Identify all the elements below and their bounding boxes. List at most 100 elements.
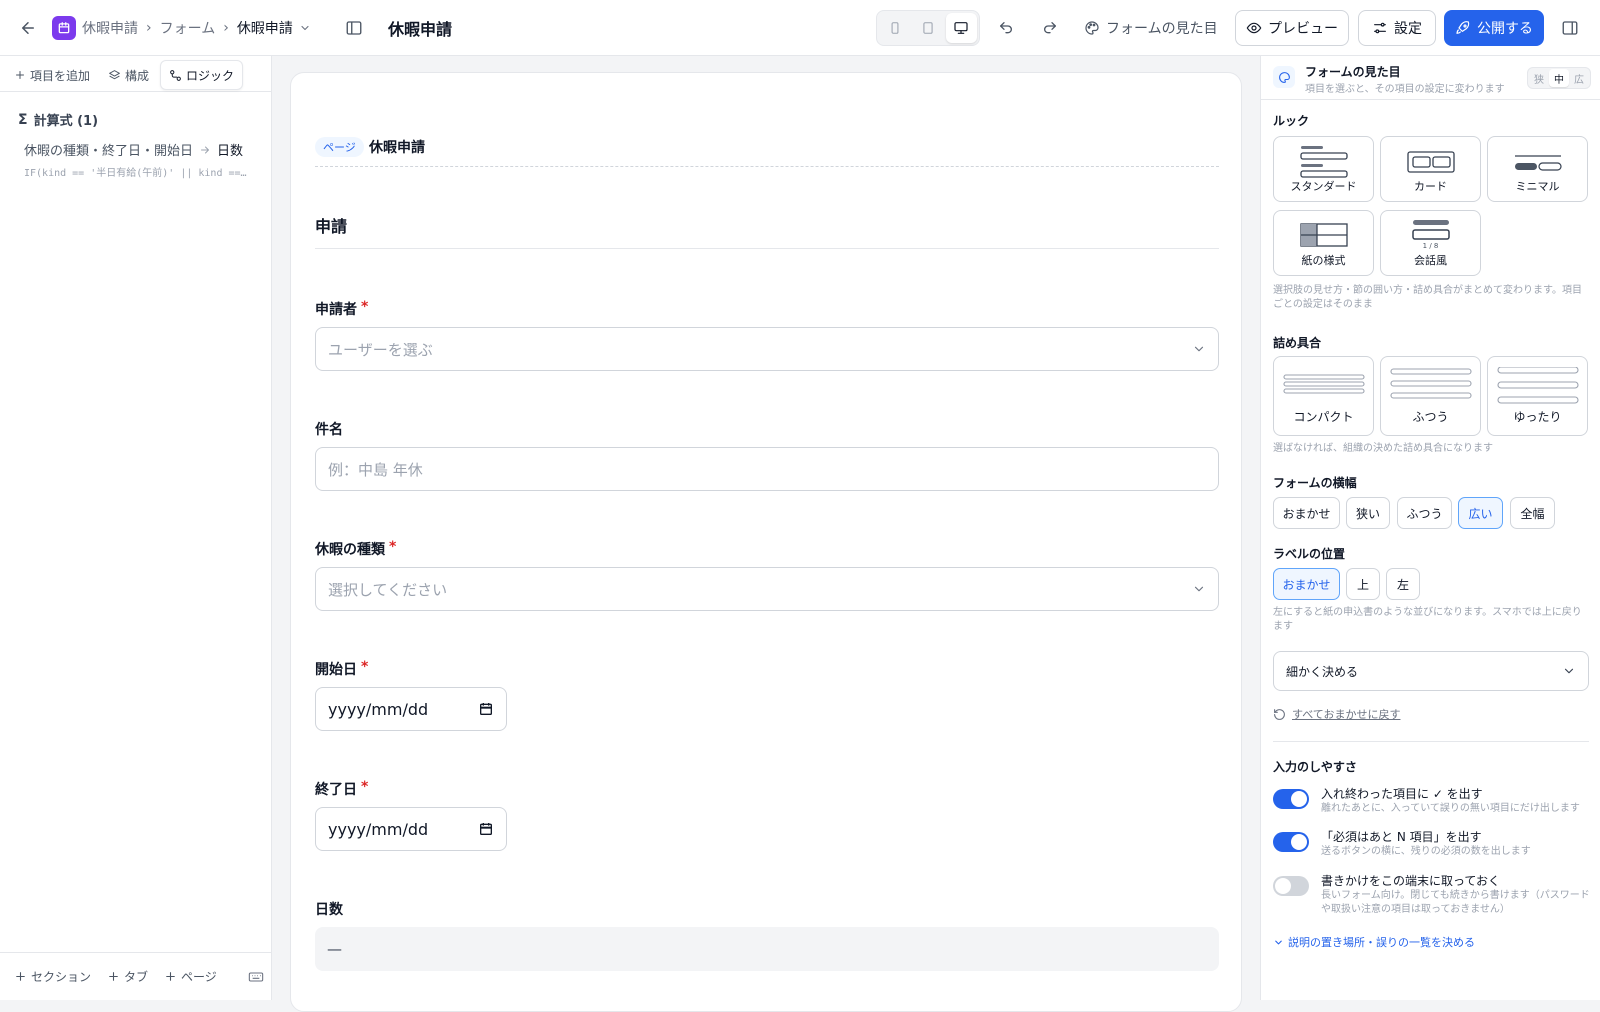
width-narrow[interactable]: 狭い (1346, 497, 1390, 529)
tab-structure-label: 構成 (125, 68, 150, 83)
tab-logic[interactable]: ロジック (160, 60, 244, 90)
field-label-applicant: 申請者 * (315, 299, 368, 319)
back-arrow-icon[interactable] (16, 16, 40, 40)
end-date-input[interactable]: yyyy/mm/dd (315, 807, 507, 851)
applicant-select[interactable]: ユーザーを選ぶ (315, 327, 1219, 371)
field-label-end: 終了日 * (315, 779, 368, 799)
look-minimal[interactable]: ミニマル (1487, 136, 1588, 202)
density-compact[interactable]: コンパクト (1273, 356, 1374, 436)
look-standard[interactable]: スタンダード (1273, 136, 1374, 202)
settings-label: 設定 (1394, 21, 1422, 37)
breadcrumb-current[interactable]: 休暇申請 (237, 18, 293, 38)
look-chat-label: 会話風 (1414, 254, 1447, 267)
reset-all-link[interactable]: すべておまかせに戻す (1273, 706, 1400, 722)
start-date-input[interactable]: yyyy/mm/dd (315, 687, 507, 731)
toggle-save-draft-title: 書きかけをこの端末に取っておく (1321, 874, 1501, 888)
palette-icon (1084, 20, 1100, 36)
look-card-label: カード (1414, 180, 1447, 193)
field-label-kind: 休暇の種類 * (315, 539, 396, 559)
form-canvas: ページ 休暇申請 申請 申請者 * ユーザーを選ぶ 件名 例：中島 年休 休暇の… (290, 72, 1242, 1012)
look-note: 選択肢の見せ方・節の囲い方・詰め具合がまとめて変わります。項目ごとの設定はそのま… (1273, 285, 1582, 310)
look-card[interactable]: カード (1380, 136, 1481, 202)
toggle-remaining-required[interactable] (1273, 832, 1309, 852)
size-wide[interactable]: 広 (1569, 69, 1589, 87)
field-label-subject: 件名 (315, 419, 343, 439)
tab-structure[interactable]: 構成 (100, 60, 157, 90)
size-medium[interactable]: 中 (1549, 69, 1569, 87)
label-position-auto[interactable]: おまかせ (1273, 568, 1340, 600)
width-normal[interactable]: ふつう (1397, 497, 1452, 529)
formula-expression: IF(kind == '半日有給(午前)' || kind == '半… (24, 168, 252, 179)
applicant-placeholder: ユーザーを選ぶ (328, 340, 433, 359)
density-normal[interactable]: ふつう (1380, 356, 1481, 436)
label-position-note: 左にすると紙の申込書のような並びになります。スマホでは上に戻ります (1273, 607, 1582, 632)
subject-placeholder: 例：中島 年休 (328, 460, 423, 479)
calendar-icon[interactable] (478, 821, 494, 837)
desktop-device-icon[interactable] (945, 13, 977, 43)
sliders-icon (1372, 20, 1388, 36)
chevron-down-icon[interactable] (299, 22, 311, 34)
breadcrumb-forms[interactable]: フォーム (160, 18, 216, 38)
chat-preview-counter: 1 / 8 (1422, 242, 1439, 250)
density-relaxed[interactable]: ゆったり (1487, 356, 1588, 436)
width-auto[interactable]: おまかせ (1273, 497, 1340, 529)
palette-icon (1273, 66, 1295, 88)
preview-label: プレビュー (1268, 21, 1338, 37)
toggle-remaining-required-desc: 送るボタンの横に、残りの必須の数を出します (1321, 846, 1531, 857)
field-label-start: 開始日 * (315, 659, 368, 679)
more-settings-link[interactable]: 説明の置き場所・誤りの一覧を決める (1273, 934, 1475, 950)
settings-button[interactable]: 設定 (1358, 10, 1436, 46)
top-bar: 休暇申請 › フォーム › 休暇申請 休暇申請 フォームの見た目 プレビュー 設… (0, 0, 1600, 56)
formula-item[interactable]: 休暇の種類・終了日・開始日 日数 (24, 140, 243, 159)
more-settings-label: 説明の置き場所・誤りの一覧を決める (1288, 936, 1475, 949)
right-panel-toggle-icon[interactable] (1558, 16, 1582, 40)
detail-settings-select[interactable]: 細かく決める (1273, 651, 1589, 691)
redo-icon[interactable] (1038, 16, 1062, 40)
arrow-right-icon (199, 144, 211, 156)
left-bottom-bar: セクション タブ ページ (0, 952, 272, 1000)
preview-button[interactable]: プレビュー (1235, 10, 1349, 46)
required-mark: * (361, 299, 369, 315)
left-tabs: 項目を追加 構成 ロジック (0, 56, 272, 92)
toggle-knob (1275, 878, 1291, 894)
mobile-device-icon[interactable] (879, 13, 910, 43)
tablet-device-icon[interactable] (912, 13, 943, 43)
start-label: 開始日 (315, 662, 357, 678)
kind-select[interactable]: 選択してください (315, 567, 1219, 611)
width-full[interactable]: 全幅 (1510, 497, 1555, 529)
plus-icon (14, 970, 27, 983)
keyboard-icon[interactable] (248, 969, 264, 985)
appearance-panel-header: フォームの見た目 項目を選ぶと、その項目の設定に変わります 狭 中 広 (1261, 56, 1600, 100)
sidebar-toggle-icon[interactable] (342, 16, 366, 40)
add-section-button[interactable]: セクション (14, 968, 91, 985)
toggle-save-draft[interactable] (1273, 876, 1309, 896)
add-page-button[interactable]: ページ (164, 968, 217, 985)
size-narrow[interactable]: 狭 (1529, 69, 1549, 87)
label-position-left[interactable]: 左 (1386, 568, 1420, 600)
chevron-down-icon (1273, 937, 1284, 948)
toggle-checkmark-title: 入れ終わった項目に ✓ を出す (1321, 787, 1483, 801)
calendar-icon[interactable] (478, 701, 494, 717)
calendar-app-icon (52, 16, 76, 40)
standard-preview-icon (1274, 145, 1373, 181)
breadcrumb-app[interactable]: 休暇申請 (82, 18, 138, 38)
undo-icon[interactable] (994, 16, 1018, 40)
density-relaxed-label: ゆったり (1513, 410, 1562, 424)
form-page-title[interactable]: 休暇申請 (369, 137, 425, 157)
width-wide[interactable]: 広い (1458, 497, 1503, 529)
section-title[interactable]: 申請 (315, 213, 347, 237)
breadcrumb-separator-icon: › (223, 20, 229, 36)
plus-icon (107, 970, 120, 983)
add-tab-button[interactable]: タブ (107, 968, 148, 985)
tab-add-item[interactable]: 項目を追加 (6, 60, 98, 90)
subject-input[interactable]: 例：中島 年休 (315, 447, 1219, 491)
look-chat[interactable]: 1 / 8 会話風 (1380, 210, 1481, 276)
look-paper[interactable]: 紙の様式 (1273, 210, 1374, 276)
publish-button[interactable]: 公開する (1444, 10, 1544, 46)
usability-label: 入力のしやすさ (1273, 760, 1357, 774)
label-position-top[interactable]: 上 (1346, 568, 1380, 600)
rocket-icon (1455, 20, 1471, 36)
appearance-button[interactable]: フォームの見た目 (1084, 0, 1218, 56)
add-page-label: ページ (181, 970, 217, 984)
toggle-checkmark[interactable] (1273, 789, 1309, 809)
